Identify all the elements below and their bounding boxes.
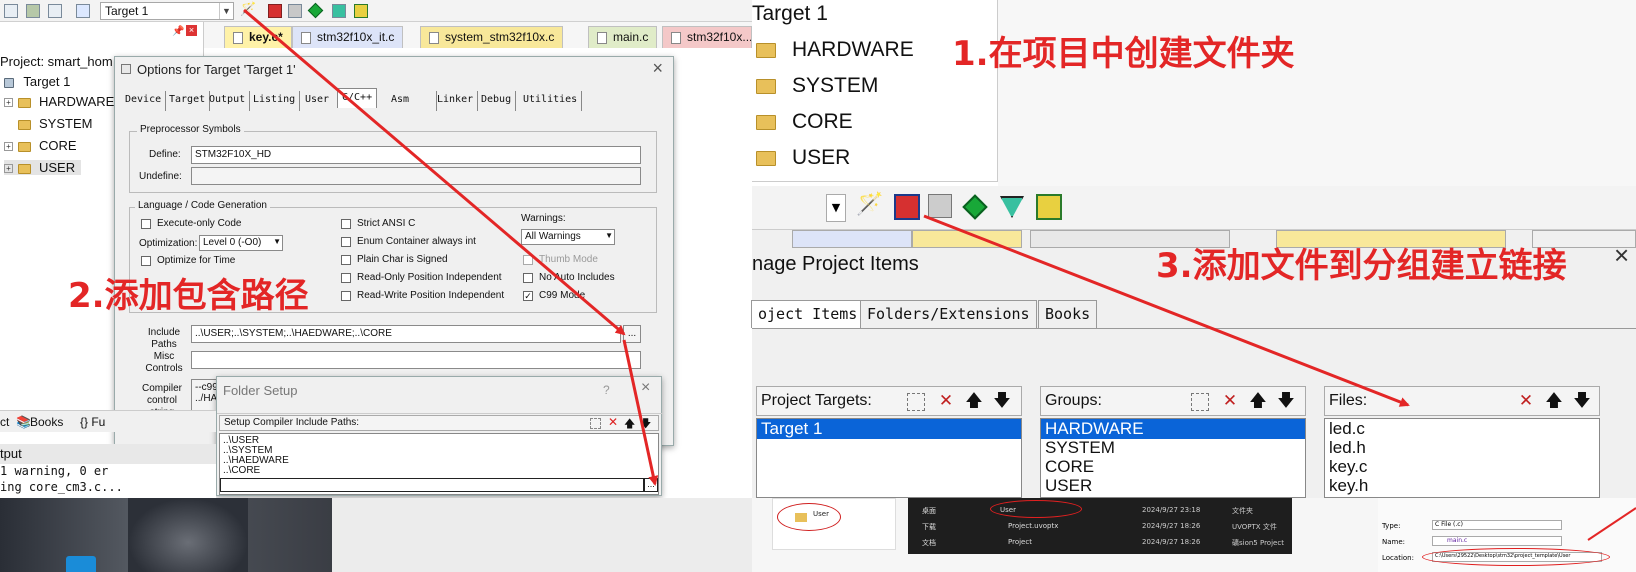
arrow-to-path-browse [622,339,659,486]
step2-annotation: 2.添加包含路径 [68,276,309,316]
arrow-partial [1587,507,1636,541]
step3-annotation: 3.添加文件到分组建立链接 [1156,246,1567,286]
screenshot-collage: { "left": { "target_select": "Target 1",… [0,0,1636,572]
step1-annotation: 1.在项目中创建文件夹 [952,34,1295,74]
